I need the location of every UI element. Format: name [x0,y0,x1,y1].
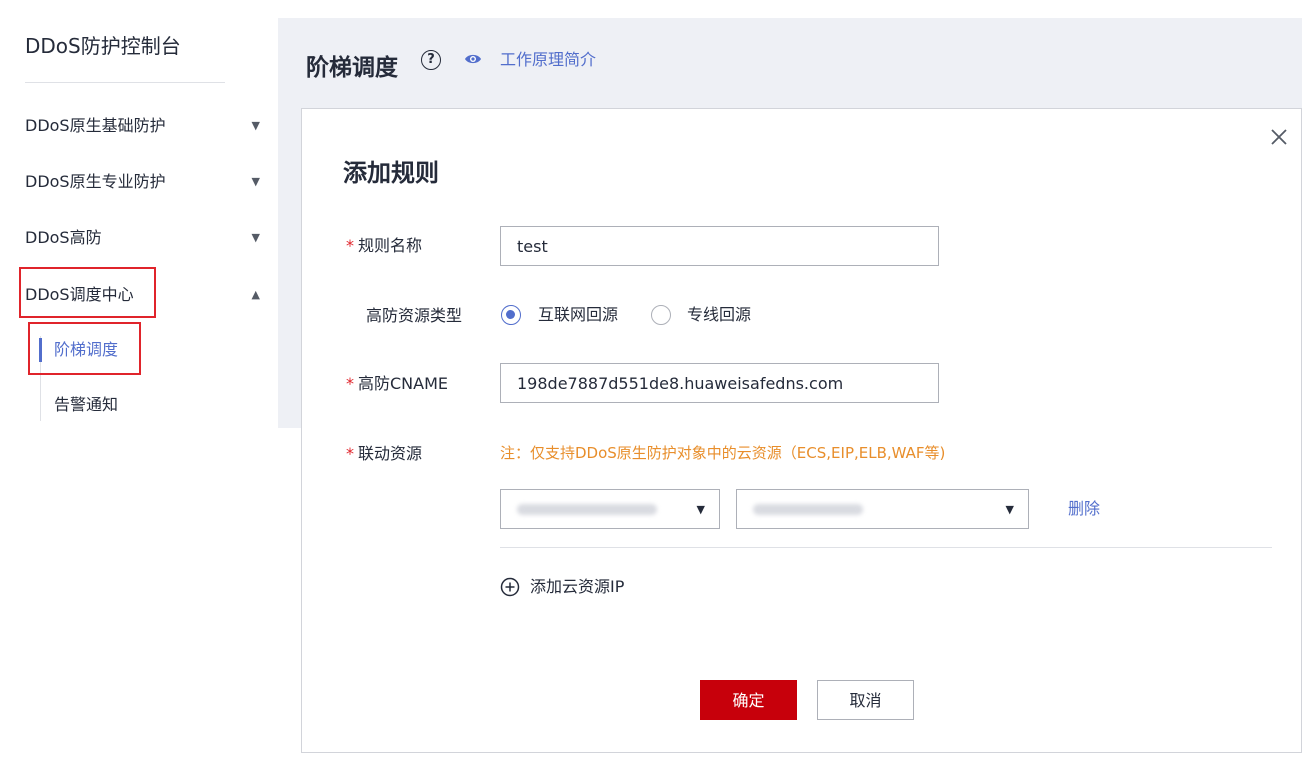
chevron-down-icon: ▼ [251,231,260,244]
resource-type-label: 高防资源类型 [366,306,463,325]
cname-input[interactable] [500,363,939,403]
linked-resource-note: 注：仅支持DDoS原生防护对象中的云资源（ECS,EIP,ELB,WAF等) [500,444,946,462]
linked-resource-label: * 联动资源 [346,442,422,466]
confirm-button[interactable]: 确定 [700,680,797,720]
sidebar-item-label: DDoS原生专业防护 [25,172,166,191]
radio-dedicated-line-origin-label: 专线回源 [687,305,752,324]
delete-resource-link[interactable]: 删除 [1068,497,1100,521]
sidebar-item-native-basic[interactable]: DDoS原生基础防护 ▼ [25,114,260,138]
sidebar-title: DDoS防护控制台 [25,34,181,58]
rule-name-label-text: 规则名称 [358,236,423,255]
page-header: 阶梯调度 ? 工作原理简介 [278,18,1302,104]
chevron-down-icon: ▼ [696,503,705,516]
highlight-box-scheduling-center [19,267,156,318]
resource-row-divider [500,547,1272,548]
chevron-down-icon: ▼ [1005,503,1014,516]
page-title: 阶梯调度 [306,55,398,81]
highlight-box-tiered-scheduling [28,322,141,375]
required-marker: * [346,374,354,393]
plus-circle-icon[interactable] [500,577,520,597]
required-marker: * [346,236,354,255]
chevron-down-icon: ▼ [251,175,260,188]
chevron-down-icon: ▼ [251,119,260,132]
add-rule-dialog: 添加规则 *规则名称 高防资源类型 互联网回源 专线回源 *高防CNAME *联… [301,108,1302,753]
cancel-button[interactable]: 取消 [817,680,914,720]
rule-name-label: * 规则名称 [346,234,422,258]
sidebar: DDoS防护控制台 DDoS原生基础防护 ▼ DDoS原生专业防护 ▼ DDoS… [0,0,278,764]
cname-label: * 高防CNAME [346,372,448,396]
blurred-selected-value [517,504,657,515]
radio-internet-origin-label: 互联网回源 [538,305,619,324]
radio-dedicated-line-origin[interactable] [651,305,671,325]
required-marker: * [346,444,354,463]
dialog-title: 添加规则 [343,159,439,187]
sidebar-subitem-alarm-notification[interactable]: 告警通知 [54,390,118,420]
linked-resource-label-text: 联动资源 [358,444,423,463]
sidebar-item-anti-ddos[interactable]: DDoS高防 ▼ [25,226,260,250]
radio-internet-origin[interactable] [501,305,521,325]
blurred-selected-value [753,504,863,515]
sidebar-item-native-pro[interactable]: DDoS原生专业防护 ▼ [25,170,260,194]
close-icon[interactable] [1269,127,1289,147]
chevron-up-icon: ▲ [251,288,260,301]
help-icon[interactable]: ? [421,50,441,70]
eye-icon [465,54,481,64]
how-it-works-link[interactable]: 工作原理简介 [500,48,596,72]
resource-ip-select[interactable]: ▼ [736,489,1029,529]
sidebar-item-label: DDoS原生基础防护 [25,116,166,135]
sidebar-item-label: DDoS高防 [25,228,102,247]
rule-name-input[interactable] [500,226,939,266]
add-cloud-resource-ip-button[interactable]: 添加云资源IP [530,575,624,599]
sidebar-divider [25,82,225,83]
resource-type-select[interactable]: ▼ [500,489,720,529]
cname-label-text: 高防CNAME [358,374,449,393]
